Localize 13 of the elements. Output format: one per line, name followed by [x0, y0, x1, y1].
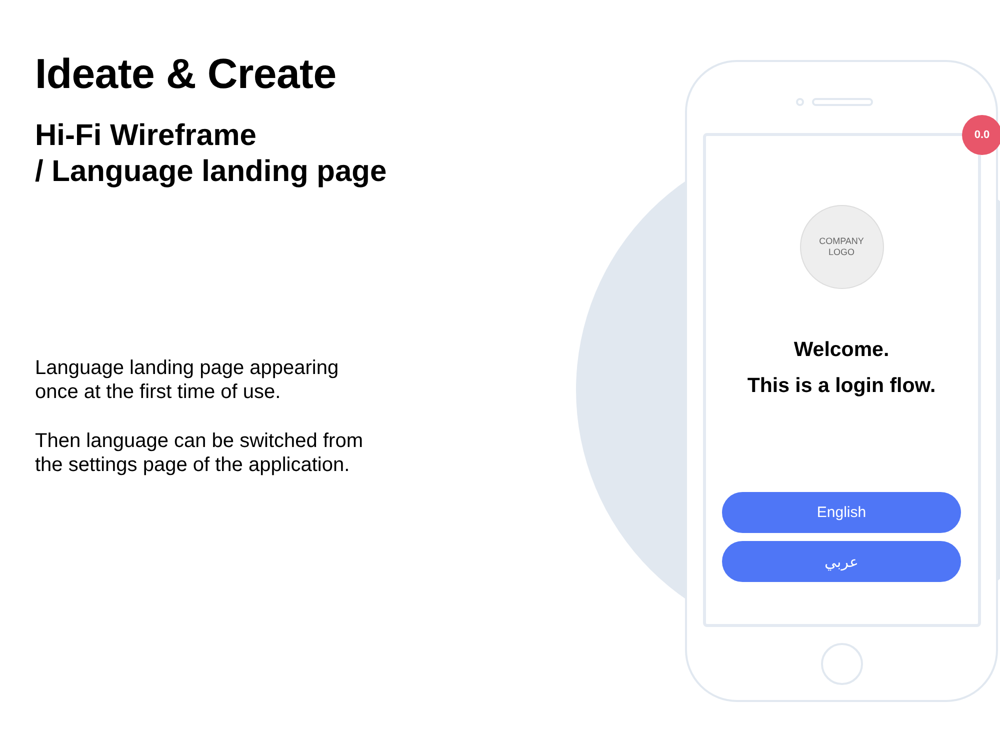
- welcome-heading: Welcome.: [794, 337, 890, 363]
- language-button[interactable]: English: [722, 492, 961, 533]
- logo-label: COMPANY LOGO: [819, 236, 864, 258]
- description-paragraph: Language landing page appearing once at the first time of use.: [35, 356, 339, 404]
- description-paragraph: Then language can be switched from the settings page of the application.: [35, 429, 363, 477]
- speaker-icon: [812, 98, 873, 106]
- version-badge: 0.0: [962, 115, 1000, 155]
- camera-icon: [796, 98, 804, 106]
- slide-subtitle: Hi-Fi Wireframe / Language landing page: [35, 118, 387, 190]
- language-button[interactable]: عربي: [722, 541, 961, 582]
- slide-title: Ideate & Create: [35, 50, 336, 98]
- home-button[interactable]: [820, 643, 862, 685]
- welcome-subheading: This is a login flow.: [747, 373, 936, 399]
